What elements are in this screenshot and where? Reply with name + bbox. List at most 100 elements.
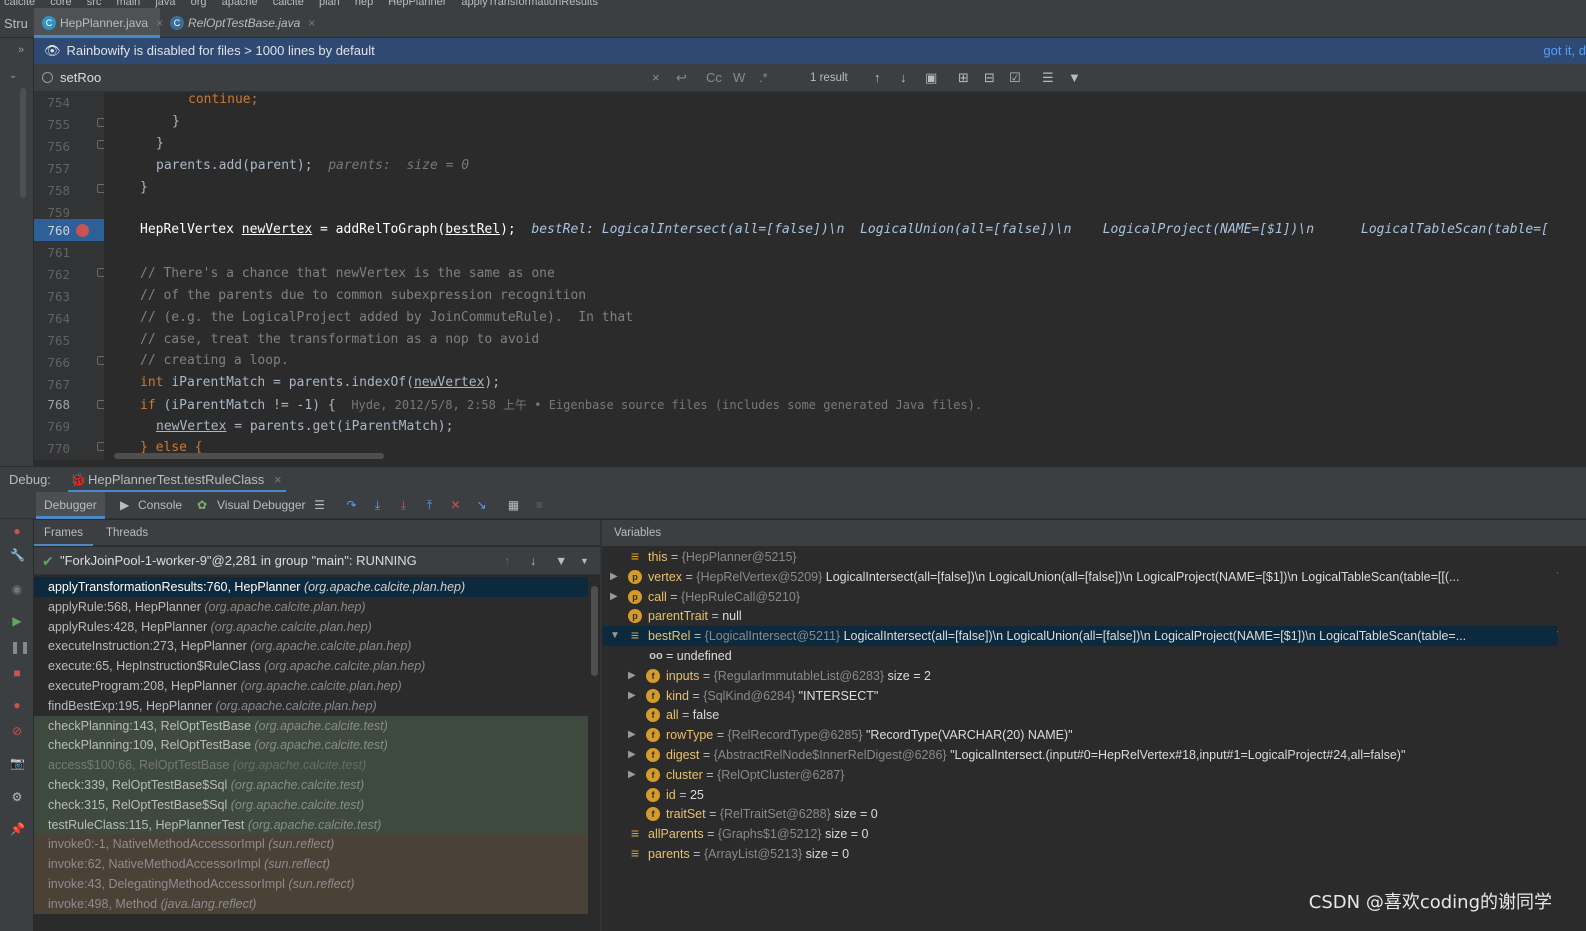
breakpoint-icon[interactable] bbox=[76, 224, 89, 237]
breadcrumb-item[interactable]: core bbox=[50, 0, 71, 8]
frame-row[interactable]: executeProgram:208, HepPlanner (org.apac… bbox=[34, 676, 588, 696]
previous-occurrence-icon[interactable]: ↑ bbox=[874, 64, 881, 92]
step-over-icon[interactable]: ↷ bbox=[345, 499, 358, 512]
frame-row[interactable]: checkPlanning:143, RelOptTestBase (org.a… bbox=[34, 715, 588, 736]
new-line-icon[interactable]: ↩ bbox=[676, 64, 687, 92]
expand-icon[interactable]: » bbox=[18, 44, 24, 56]
breadcrumb-item[interactable]: apache bbox=[222, 0, 258, 8]
line-number[interactable]: 764 bbox=[34, 308, 70, 330]
variable-row[interactable]: ≡ allParents = {Graphs$1@5212} size = 0 bbox=[602, 824, 1586, 844]
stop-icon[interactable]: ■ bbox=[10, 666, 24, 680]
frame-row[interactable]: check:339, RelOptTestBase$Sql (org.apach… bbox=[34, 775, 588, 795]
evaluate-expression-icon[interactable]: ▦ bbox=[507, 499, 520, 512]
debug-session-tab[interactable]: 🐞 HepPlannerTest.testRuleClass × bbox=[68, 467, 286, 493]
frames-scrollbar[interactable] bbox=[589, 576, 600, 931]
frame-row[interactable]: checkPlanning:109, RelOptTestBase (org.a… bbox=[34, 735, 588, 756]
gear-icon[interactable]: ⚙ bbox=[10, 790, 24, 804]
add-occurrence-icon[interactable]: ⊞ bbox=[958, 64, 969, 92]
thread-selector[interactable]: ✔ "ForkJoinPool-1-worker-9"@2,281 in gro… bbox=[34, 547, 600, 575]
frame-row[interactable]: execute:65, HepInstruction$RuleClass (or… bbox=[34, 656, 588, 676]
variable-row[interactable]: f id = 25 bbox=[602, 785, 1586, 805]
variable-row[interactable]: ▶ f kind = {SqlKind@6284} "INTERSECT" bbox=[602, 686, 1586, 706]
breadcrumb-item[interactable]: org bbox=[191, 0, 207, 8]
line-number[interactable]: 765 bbox=[34, 330, 70, 352]
structure-tool-tab[interactable]: Stru bbox=[4, 16, 28, 31]
next-occurrence-icon[interactable]: ↓ bbox=[900, 64, 907, 92]
line-number[interactable]: 767 bbox=[34, 374, 70, 396]
search-input[interactable]: setRoo bbox=[60, 64, 101, 92]
step-into-icon[interactable]: ⤓ bbox=[371, 499, 384, 512]
filter-icon[interactable]: ▼ bbox=[1068, 64, 1081, 92]
tab-console[interactable]: ▶ Console bbox=[116, 492, 190, 519]
tab-visual-debugger[interactable]: ✿ Visual Debugger bbox=[195, 492, 314, 519]
variable-row[interactable]: ▼ ≡ bestRel = {LogicalIntersect@5211} Logi… bbox=[602, 626, 1586, 647]
breakpoints-icon[interactable]: ● bbox=[10, 698, 24, 712]
frame-row[interactable]: access$100:66, RelOptTestBase (org.apach… bbox=[34, 755, 588, 776]
force-step-into-icon[interactable]: ⤓ bbox=[397, 499, 410, 512]
line-number[interactable]: 768 bbox=[34, 394, 70, 416]
line-number[interactable]: 757 bbox=[34, 158, 70, 180]
variable-row[interactable]: ▶ f rowType = {RelRecordType@6285} "Record… bbox=[602, 725, 1586, 745]
close-icon[interactable]: × bbox=[308, 16, 315, 30]
line-number[interactable]: 761 bbox=[34, 242, 70, 264]
filter-icon[interactable]: ▼ bbox=[555, 547, 567, 575]
close-icon[interactable]: × bbox=[274, 472, 282, 487]
line-number[interactable]: 760 bbox=[34, 220, 70, 242]
scrollbar-thumb[interactable] bbox=[20, 88, 26, 198]
resume-icon[interactable]: ▶ bbox=[10, 614, 24, 628]
expand-arrow-icon[interactable]: ▶ bbox=[628, 686, 636, 706]
expand-arrow-icon[interactable]: ▶ bbox=[628, 745, 636, 765]
frame-row[interactable]: invoke:498, Method (java.lang.reflect) bbox=[34, 893, 588, 914]
line-number[interactable]: 756 bbox=[34, 136, 70, 158]
breadcrumb-item[interactable]: HepPlanner bbox=[388, 0, 446, 8]
variable-row[interactable]: ▶ p vertex = {HepRelVertex@5209} LogicalIn… bbox=[602, 567, 1586, 587]
mute-breakpoints-icon[interactable]: ⊘ bbox=[10, 724, 24, 738]
variable-row[interactable]: ▶ p call = {HepRuleCall@5210} bbox=[602, 587, 1586, 607]
frame-row[interactable]: applyRules:428, HepPlanner (org.apache.c… bbox=[34, 617, 588, 637]
frame-row[interactable]: executeInstruction:273, HepPlanner (org.… bbox=[34, 636, 588, 656]
frame-row[interactable]: check:315, RelOptTestBase$Sql (org.apach… bbox=[34, 794, 588, 815]
variable-row[interactable]: f all = false bbox=[602, 705, 1586, 725]
breadcrumb-item[interactable]: hep bbox=[355, 0, 373, 8]
expand-arrow-icon[interactable]: ▶ bbox=[610, 587, 618, 607]
camera-icon[interactable]: 📷 bbox=[10, 756, 25, 770]
line-number[interactable]: 766 bbox=[34, 352, 70, 374]
collapse-arrow-icon[interactable]: ▼ bbox=[610, 626, 620, 646]
breadcrumb-item[interactable]: src bbox=[87, 0, 102, 8]
tab-frames[interactable]: Frames bbox=[34, 520, 93, 546]
pin-icon[interactable]: 📌 bbox=[10, 822, 25, 836]
dropdown-icon[interactable]: ▼ bbox=[580, 547, 589, 575]
code-editor[interactable]: continue; } } parents.add(parent); paren… bbox=[104, 92, 1586, 460]
words-toggle[interactable]: W bbox=[733, 64, 745, 92]
breadcrumb-item[interactable]: calcite bbox=[4, 0, 35, 8]
menu-icon[interactable]: ☰ bbox=[313, 499, 326, 512]
frame-row[interactable]: invoke0:-1, NativeMethodAccessorImpl (su… bbox=[34, 834, 588, 855]
frame-row[interactable]: invoke:62, NativeMethodAccessorImpl (sun… bbox=[34, 854, 588, 875]
breadcrumb-item[interactable]: applyTransformationResults bbox=[461, 0, 598, 8]
wrench-icon[interactable]: 🔧 bbox=[10, 548, 25, 562]
select-all-icon[interactable]: ☑ bbox=[1009, 64, 1021, 92]
breadcrumb-item[interactable]: calcite bbox=[273, 0, 304, 8]
match-case-toggle[interactable]: Cc bbox=[706, 64, 722, 92]
variable-row[interactable]: oo = undefined bbox=[602, 646, 1586, 666]
line-number[interactable]: 763 bbox=[34, 286, 70, 308]
horizontal-scrollbar[interactable] bbox=[114, 453, 384, 459]
tab-threads[interactable]: Threads bbox=[96, 520, 158, 546]
view-breakpoints-icon[interactable]: ◉ bbox=[10, 582, 24, 596]
variable-row[interactable]: f traitSet = {RelTraitSet@6288} size = 0 bbox=[602, 804, 1586, 824]
frame-row[interactable]: applyTransformationResults:760, HepPlann… bbox=[34, 577, 588, 597]
variable-row[interactable]: ≡ parents = {ArrayList@5213} size = 0 bbox=[602, 844, 1586, 864]
line-number[interactable]: 755 bbox=[34, 114, 70, 136]
up-arrow-icon[interactable]: ↑ bbox=[504, 547, 510, 575]
tab-reloptestbase-java[interactable]: C RelOptTestBase.java × bbox=[162, 8, 315, 38]
line-number[interactable]: 754 bbox=[34, 92, 70, 114]
breadcrumb-item[interactable]: plan bbox=[319, 0, 340, 8]
line-number[interactable]: 770 bbox=[34, 438, 70, 460]
variable-row[interactable]: ▶ f cluster = {RelOptCluster@6287} bbox=[602, 765, 1586, 785]
variable-row[interactable]: ≡ this = {HepPlanner@5215} bbox=[602, 547, 1586, 567]
down-arrow-icon[interactable]: ↓ bbox=[530, 547, 536, 575]
variables-scrollbar[interactable] bbox=[1558, 546, 1586, 931]
expand-arrow-icon[interactable]: ▶ bbox=[628, 666, 636, 686]
frame-row[interactable]: invoke:43, DelegatingMethodAccessorImpl … bbox=[34, 874, 588, 894]
select-all-occurrences-icon[interactable]: ▣ bbox=[925, 64, 937, 92]
